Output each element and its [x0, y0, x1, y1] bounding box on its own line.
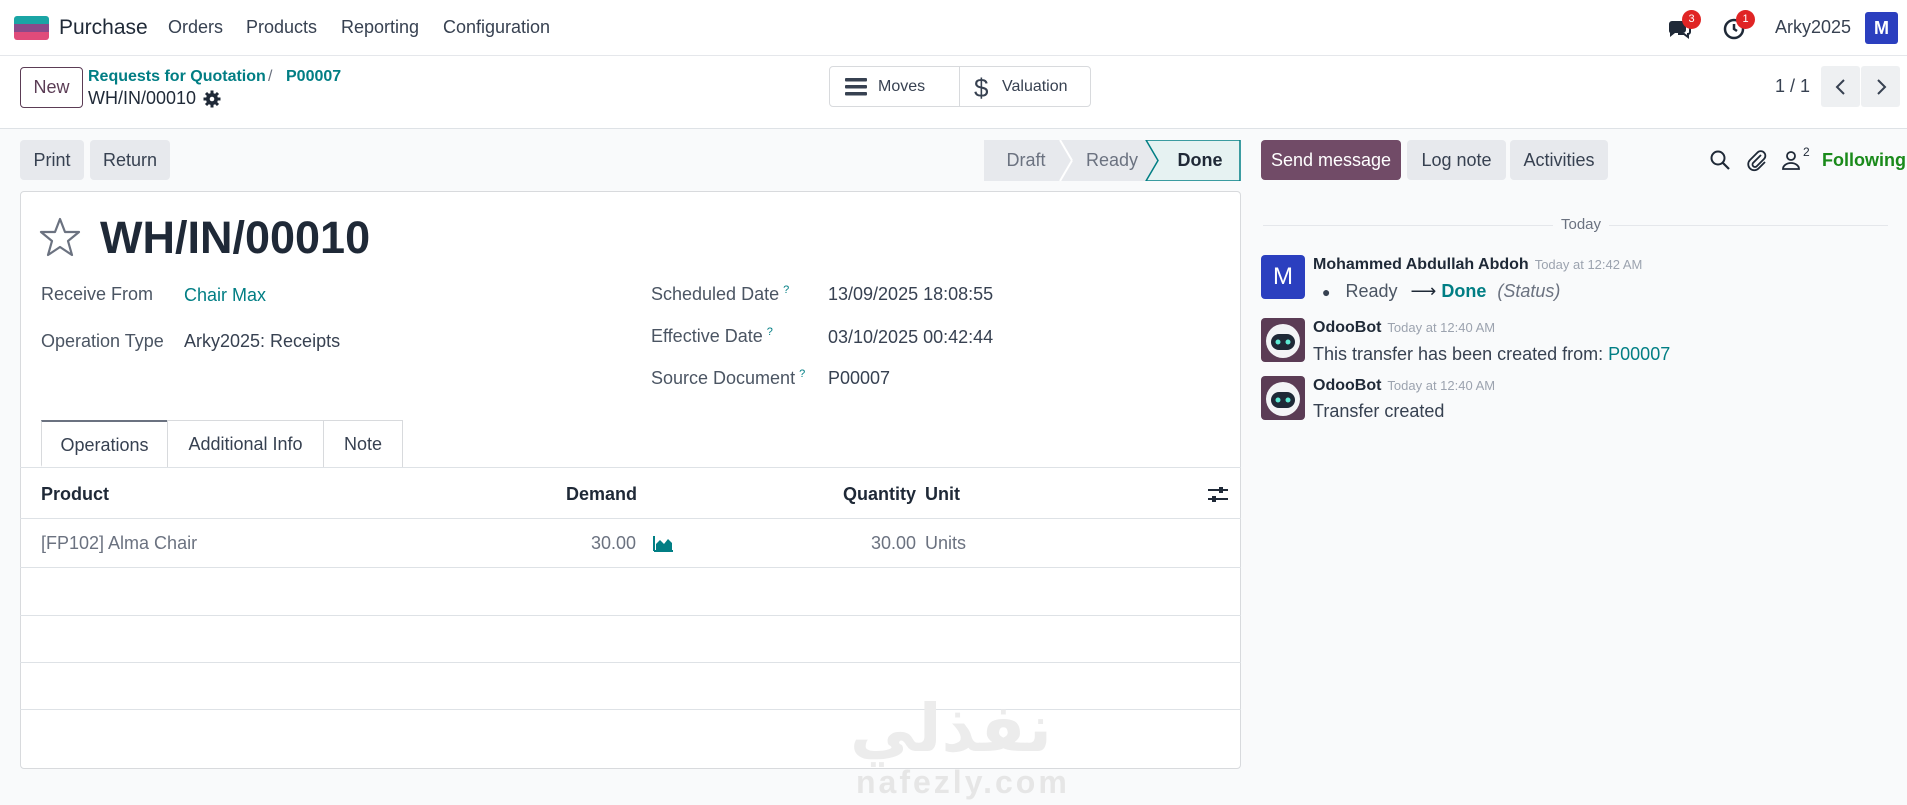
- breadcrumb-po[interactable]: P00007: [286, 68, 341, 86]
- valuation-smart-button[interactable]: $ Valuation: [959, 66, 1091, 107]
- breadcrumb-separator: /: [268, 68, 273, 85]
- menu-products[interactable]: Products: [246, 17, 317, 38]
- message-po-link[interactable]: P00007: [1608, 344, 1670, 364]
- arrow-right-icon: ⟶: [1410, 281, 1437, 301]
- col-unit[interactable]: Unit: [925, 484, 960, 505]
- watermark-arabic: نفذلي: [850, 691, 1052, 765]
- paperclip-icon[interactable]: [1745, 148, 1769, 172]
- activities-button[interactable]: Activities: [1510, 140, 1608, 180]
- breadcrumb-current-record: WH/IN/00010: [88, 88, 197, 108]
- menu-orders[interactable]: Orders: [168, 17, 223, 38]
- pager-value[interactable]: 1 / 1: [1775, 76, 1810, 97]
- operation-type-value[interactable]: Arky2025: Receipts: [184, 331, 340, 352]
- operation-type-label: Operation Type: [41, 331, 164, 351]
- effective-date-value: 03/10/2025 00:42:44: [828, 327, 994, 347]
- followers-count: 2: [1803, 145, 1810, 159]
- company-name[interactable]: Arky2025: [1775, 17, 1851, 38]
- scheduled-date-label: Scheduled Date?: [651, 284, 790, 304]
- star-icon[interactable]: [39, 217, 81, 257]
- control-panel: New Requests for Quotation / P00007 WH/I…: [0, 56, 1907, 129]
- pager-next-button[interactable]: [1861, 66, 1900, 107]
- stage-done-current[interactable]: Done: [1158, 140, 1242, 181]
- tracking-value-change: ● Ready ⟶ Done (Status): [1322, 281, 1561, 301]
- message-body: This transfer has been created from: P00…: [1313, 344, 1671, 364]
- dollar-icon: $: [974, 73, 989, 103]
- purchase-app-icon[interactable]: [14, 16, 49, 40]
- print-button[interactable]: Print: [20, 140, 84, 180]
- record-title: WH/IN/00010: [100, 212, 371, 263]
- menu-configuration[interactable]: Configuration: [443, 17, 550, 38]
- odoobot-avatar[interactable]: [1261, 376, 1305, 420]
- followers-icon[interactable]: [1780, 148, 1804, 172]
- source-document-value[interactable]: P00007: [828, 368, 890, 389]
- app-name[interactable]: Purchase: [59, 16, 148, 40]
- list-icon: [845, 77, 867, 102]
- menu-reporting[interactable]: Reporting: [341, 17, 419, 38]
- stage-draft[interactable]: Draft: [984, 140, 1068, 181]
- stage-ready[interactable]: Ready: [1068, 140, 1156, 181]
- effective-date-label: Effective Date?: [651, 326, 773, 346]
- day-separator: Today: [1553, 216, 1610, 233]
- gear-icon[interactable]: [203, 90, 221, 108]
- message-author: Mohammed Abdullah Abdoh Today at 12:42 AM: [1313, 256, 1643, 273]
- following-button[interactable]: Following: [1822, 150, 1906, 171]
- top-navbar: Purchase Orders Products Reporting Confi…: [0, 0, 1907, 56]
- send-message-button[interactable]: Send message: [1261, 140, 1401, 180]
- message-body: Transfer created: [1313, 401, 1445, 421]
- tab-additional-info[interactable]: Additional Info: [167, 420, 324, 467]
- source-document-label: Source Document?: [651, 368, 806, 388]
- messages-count-badge: 3: [1682, 10, 1701, 29]
- return-button[interactable]: Return: [90, 140, 170, 180]
- breadcrumb-rfq[interactable]: Requests for Quotation: [88, 68, 266, 86]
- pager-previous-button[interactable]: [1821, 66, 1860, 107]
- scheduled-date-value[interactable]: 13/09/2025 18:08:55: [828, 284, 993, 305]
- forecast-chart-icon[interactable]: [653, 535, 674, 552]
- valuation-label: Valuation: [1002, 78, 1068, 95]
- col-demand[interactable]: Demand: [566, 484, 637, 505]
- user-avatar[interactable]: M: [1865, 12, 1898, 44]
- optional-columns-icon[interactable]: [1208, 486, 1228, 504]
- receive-from-label: Receive From: [41, 284, 154, 304]
- receive-from-link[interactable]: Chair Max: [184, 285, 266, 306]
- watermark-latin: nafezly.com: [856, 764, 1070, 800]
- moves-smart-button[interactable]: Moves: [829, 66, 960, 107]
- row-unit: Units: [925, 533, 967, 553]
- message-author: OdooBot Today at 12:40 AM: [1313, 319, 1496, 336]
- form-sheet: [20, 191, 1241, 769]
- new-button[interactable]: New: [20, 67, 83, 108]
- tab-operations[interactable]: Operations: [41, 420, 168, 467]
- tab-note[interactable]: Note: [323, 420, 403, 467]
- author-avatar[interactable]: M: [1261, 255, 1305, 299]
- activities-count-badge: 1: [1736, 10, 1755, 29]
- row-quantity[interactable]: 30.00: [871, 533, 916, 554]
- log-note-button[interactable]: Log note: [1407, 140, 1506, 180]
- moves-label: Moves: [878, 78, 926, 95]
- row-product[interactable]: [FP102] Alma Chair: [41, 533, 197, 554]
- odoobot-avatar[interactable]: [1261, 318, 1305, 362]
- row-demand: 30.00: [591, 533, 637, 553]
- col-product[interactable]: Product: [41, 484, 109, 505]
- col-quantity[interactable]: Quantity: [843, 484, 916, 505]
- message-author: OdooBot Today at 12:40 AM: [1313, 377, 1496, 394]
- search-icon[interactable]: [1708, 148, 1732, 172]
